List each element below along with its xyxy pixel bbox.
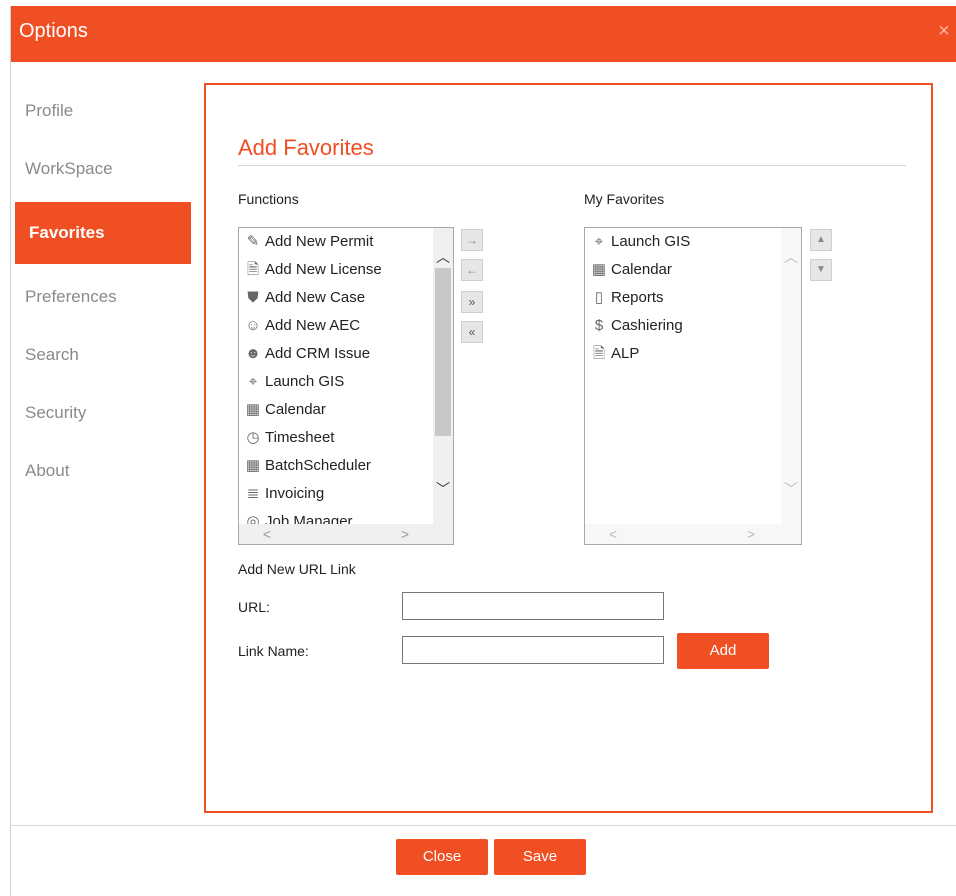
scroll-up-icon[interactable]: ︿ — [433, 248, 453, 266]
scroll-down-icon[interactable]: ﹀ — [781, 480, 801, 498]
functions-rows: ✎ Add New Permit 🗎 Add New License ⛊ Add New … — [239, 228, 453, 536]
list-item[interactable]: ◷ Timesheet — [239, 424, 431, 452]
invoice-icon: ≣ — [246, 485, 260, 502]
options-dialog: Options × Profile WorkSpace Favorites Pr… — [10, 6, 956, 896]
scroll-left-icon[interactable]: < — [603, 524, 623, 544]
list-item[interactable]: ▦ Calendar — [239, 396, 431, 424]
sidebar-item-about[interactable]: About — [11, 442, 191, 500]
list-item-label: Add New AEC — [265, 317, 361, 334]
list-item-label: Add CRM Issue — [265, 345, 371, 362]
remove-one-button[interactable]: ← — [461, 259, 483, 281]
list-item[interactable]: $ Cashiering — [585, 312, 779, 340]
calendar-icon: ▦ — [245, 401, 261, 418]
options-sidebar: Profile WorkSpace Favorites Preferences … — [11, 82, 191, 500]
scroll-left-icon[interactable]: < — [257, 524, 277, 544]
scroll-up-icon[interactable]: ︿ — [781, 248, 801, 266]
scroll-right-icon[interactable]: > — [741, 524, 761, 544]
gis-map-icon: ⌖ — [248, 373, 258, 390]
calendar-icon: ▦ — [245, 457, 261, 474]
permit-icon: ✎ — [246, 233, 260, 250]
save-button[interactable]: Save — [494, 839, 586, 875]
url-section-heading: Add New URL Link — [238, 561, 356, 577]
license-icon: 🗎 — [592, 345, 606, 362]
add-link-button[interactable]: Add — [677, 633, 769, 669]
list-item[interactable]: ≣ Invoicing — [239, 480, 431, 508]
list-item[interactable]: ▯ Reports — [585, 284, 779, 312]
sidebar-item-profile[interactable]: Profile — [11, 82, 191, 140]
sidebar-item-preferences[interactable]: Preferences — [11, 268, 191, 326]
add-one-button[interactable]: → — [461, 229, 483, 251]
stopwatch-icon: ◷ — [246, 429, 260, 446]
add-all-button[interactable]: » — [461, 291, 483, 313]
list-item[interactable]: 🗎 Add New License — [239, 256, 431, 284]
list-item-label: BatchScheduler — [265, 457, 371, 474]
favorites-label: My Favorites — [584, 191, 665, 207]
footer-divider — [11, 825, 956, 826]
functions-hscrollbar[interactable]: < > — [239, 524, 453, 544]
move-up-button[interactable]: ▲ — [810, 229, 832, 251]
list-item-label: Invoicing — [265, 485, 325, 502]
list-item[interactable]: ✎ Add New Permit — [239, 228, 431, 256]
url-input[interactable] — [402, 592, 664, 620]
list-item[interactable]: ☻ Add CRM Issue — [239, 340, 431, 368]
close-button[interactable]: Close — [396, 839, 488, 875]
list-item-label: Reports — [611, 289, 664, 306]
list-item[interactable]: ▦ Calendar — [585, 256, 779, 284]
sidebar-item-favorites[interactable]: Favorites — [15, 202, 191, 264]
calendar-icon: ▦ — [591, 261, 607, 278]
list-item-label: Add New Case — [265, 289, 366, 306]
remove-all-button[interactable]: « — [461, 321, 483, 343]
favorites-vscrollbar[interactable]: ︿ ﹀ — [781, 228, 801, 524]
scroll-thumb[interactable] — [435, 268, 451, 436]
favorites-hscrollbar[interactable]: < > — [585, 524, 801, 544]
gis-map-icon: ⌖ — [594, 233, 604, 250]
scroll-right-icon[interactable]: > — [395, 524, 415, 544]
case-shield-icon: ⛊ — [247, 289, 259, 306]
list-item-label: Calendar — [265, 401, 326, 418]
close-icon[interactable]: × — [933, 20, 955, 42]
list-item[interactable]: ⌖ Launch GIS — [239, 368, 431, 396]
license-icon: 🗎 — [246, 261, 260, 278]
link-name-input[interactable] — [402, 636, 664, 664]
sidebar-item-security[interactable]: Security — [11, 384, 191, 442]
move-down-button[interactable]: ▼ — [810, 259, 832, 281]
list-item[interactable]: 🗎 ALP — [585, 340, 779, 368]
panel-heading: Add Favorites — [238, 135, 374, 160]
list-item-label: Launch GIS — [265, 373, 345, 390]
favorites-panel: Add Favorites Functions My Favorites ✎ Ad… — [204, 83, 933, 813]
list-item[interactable]: ⌖ Launch GIS — [585, 228, 779, 256]
sidebar-item-workspace[interactable]: WorkSpace — [11, 140, 191, 198]
functions-label: Functions — [238, 191, 299, 207]
crm-issue-icon: ☻ — [245, 345, 261, 362]
list-item[interactable]: ☺ Add New AEC — [239, 312, 431, 340]
bar-chart-icon: ▯ — [594, 289, 604, 306]
link-name-label: Link Name: — [238, 643, 309, 659]
sidebar-item-search[interactable]: Search — [11, 326, 191, 384]
list-item-label: Calendar — [611, 261, 672, 278]
functions-listbox[interactable]: ✎ Add New Permit 🗎 Add New License ⛊ Add New … — [238, 227, 454, 545]
list-item-label: Add New License — [265, 261, 382, 278]
favorites-rows: ⌖ Launch GIS ▦ Calendar ▯ Reports $ Cashiering 🗎… — [585, 228, 801, 368]
list-item-label: Timesheet — [265, 429, 335, 446]
favorites-listbox[interactable]: ⌖ Launch GIS ▦ Calendar ▯ Reports $ Cashiering 🗎… — [584, 227, 802, 545]
dollar-icon: $ — [594, 317, 604, 334]
list-item-label: Add New Permit — [265, 233, 374, 250]
dialog-title: Options — [19, 20, 88, 42]
list-item-label: Launch GIS — [611, 233, 691, 250]
list-item[interactable]: ▦ BatchScheduler — [239, 452, 431, 480]
aec-worker-icon: ☺ — [245, 317, 261, 334]
url-label: URL: — [238, 599, 270, 615]
list-item-label: Cashiering — [611, 317, 683, 334]
scroll-down-icon[interactable]: ﹀ — [433, 480, 453, 498]
list-item-label: ALP — [611, 345, 640, 362]
heading-divider — [238, 165, 906, 166]
list-item[interactable]: ⛊ Add New Case — [239, 284, 431, 312]
functions-vscrollbar[interactable]: ︿ ﹀ — [433, 228, 453, 524]
dialog-titlebar: Options × — [11, 6, 956, 62]
